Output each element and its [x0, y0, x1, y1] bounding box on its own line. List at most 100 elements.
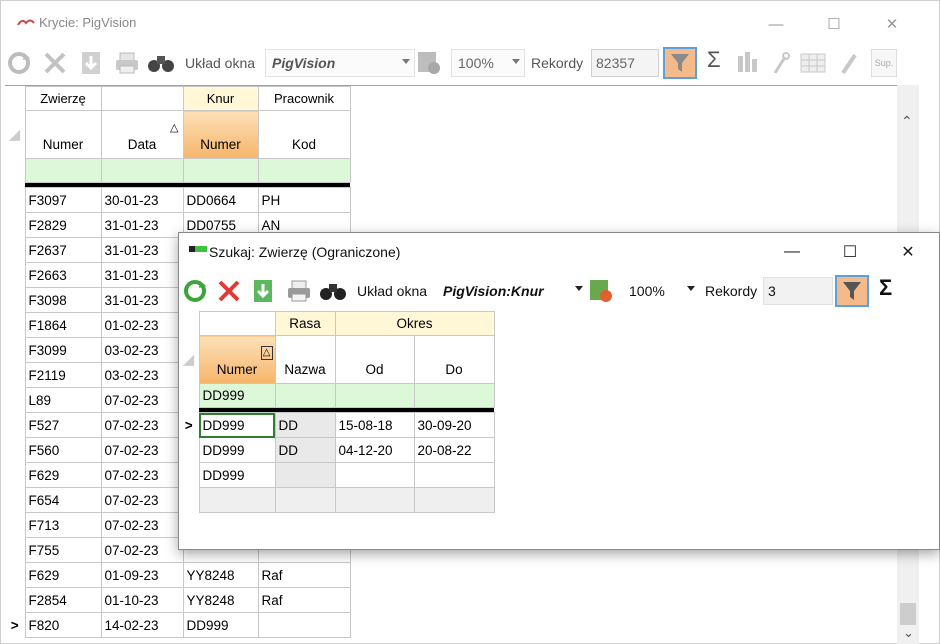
dialog-col-header-numer[interactable]: Numer △: [198, 335, 276, 384]
table-cell[interactable]: [334, 487, 415, 513]
table-cell[interactable]: F2829: [24, 212, 102, 238]
table-cell[interactable]: 07-02-23: [100, 437, 184, 463]
table-cell[interactable]: 04-12-20: [334, 437, 415, 463]
layout-combo[interactable]: PigVision: [265, 49, 415, 77]
download-icon[interactable]: [249, 277, 277, 305]
delete-icon[interactable]: [41, 49, 69, 77]
row-selector[interactable]: [5, 287, 26, 313]
row-selector[interactable]: >: [179, 412, 200, 438]
table-cell[interactable]: DD999: [198, 412, 276, 438]
row-selector[interactable]: [5, 587, 26, 613]
scroll-thumb[interactable]: [900, 603, 916, 625]
table-cell[interactable]: 01-10-23: [100, 587, 184, 613]
filter-cell-data[interactable]: [100, 158, 184, 183]
dialog-minimize-button[interactable]: —: [769, 237, 815, 267]
table-cell[interactable]: [198, 487, 276, 513]
table-cell[interactable]: L89: [24, 387, 102, 413]
table-cell[interactable]: 07-02-23: [100, 487, 184, 513]
table-row[interactable]: F629 01-09-23 YY8248 Raf: [5, 562, 897, 588]
dialog-filter-cell-numer[interactable]: DD999: [198, 383, 276, 408]
dialog-close-button[interactable]: ✕: [885, 237, 931, 267]
table-cell[interactable]: 07-02-23: [100, 462, 184, 488]
table-cell[interactable]: 31-01-23: [100, 287, 184, 313]
dialog-col-header-do[interactable]: Do: [413, 335, 495, 384]
table-cell[interactable]: [334, 462, 415, 488]
sup-button[interactable]: Sup.: [871, 49, 897, 77]
minimize-button[interactable]: —: [753, 9, 799, 39]
table-cell[interactable]: F2119: [24, 362, 102, 388]
row-selector[interactable]: [5, 462, 26, 488]
row-selector[interactable]: [179, 487, 200, 513]
table-cell[interactable]: 14-02-23: [100, 612, 184, 638]
table-cell[interactable]: F3099: [24, 337, 102, 363]
table-cell[interactable]: F629: [24, 462, 102, 488]
wrench-icon[interactable]: [767, 49, 795, 77]
layout-settings-icon[interactable]: [415, 49, 443, 77]
table-row[interactable]: DD999: [179, 462, 495, 488]
row-selector[interactable]: [5, 437, 26, 463]
refresh-icon[interactable]: [5, 49, 33, 77]
row-selector[interactable]: [5, 562, 26, 588]
dialog-filter-cell-do[interactable]: [413, 383, 495, 408]
dialog-col-header-od[interactable]: Od: [334, 335, 415, 384]
filter-cell-kod[interactable]: [257, 158, 351, 183]
table-cell[interactable]: 07-02-23: [100, 412, 184, 438]
table-cell[interactable]: F2663: [24, 262, 102, 288]
table-cell[interactable]: [413, 462, 495, 488]
col-header-knur-numer[interactable]: Numer: [182, 110, 259, 159]
row-selector[interactable]: [179, 437, 200, 463]
table-row[interactable]: > F820 14-02-23 DD999: [5, 612, 897, 638]
table-cell[interactable]: 31-01-23: [100, 262, 184, 288]
dialog-layout-combo[interactable]: PigVision:Knur: [437, 277, 587, 305]
table-row[interactable]: > DD999 DD 15-08-18 30-09-20: [179, 412, 495, 438]
scroll-down-icon[interactable]: ⌄: [903, 625, 914, 641]
row-selector[interactable]: >: [5, 612, 26, 638]
table-cell[interactable]: 03-02-23: [100, 337, 184, 363]
chart-icon[interactable]: [735, 49, 763, 77]
calendar-icon[interactable]: [799, 49, 827, 77]
dialog-filter-cell-nazwa[interactable]: [274, 383, 336, 408]
maximize-button[interactable]: ☐: [811, 9, 857, 39]
table-cell[interactable]: F3098: [24, 287, 102, 313]
table-cell[interactable]: F527: [24, 412, 102, 438]
table-cell[interactable]: F560: [24, 437, 102, 463]
row-selector[interactable]: [5, 187, 26, 213]
table-cell[interactable]: DD999: [182, 612, 259, 638]
row-selector[interactable]: [5, 412, 26, 438]
table-cell[interactable]: F1864: [24, 312, 102, 338]
table-cell[interactable]: F713: [24, 512, 102, 538]
table-cell[interactable]: YY8248: [182, 587, 259, 613]
row-selector[interactable]: [179, 462, 200, 488]
table-cell[interactable]: 03-02-23: [100, 362, 184, 388]
table-cell[interactable]: 31-01-23: [100, 237, 184, 263]
row-selector[interactable]: [5, 237, 26, 263]
table-cell[interactable]: [274, 462, 336, 488]
table-cell[interactable]: 30-01-23: [100, 187, 184, 213]
table-cell[interactable]: YY8248: [182, 562, 259, 588]
table-cell[interactable]: F629: [24, 562, 102, 588]
col-header-numer[interactable]: Numer: [24, 110, 102, 159]
row-selector[interactable]: [5, 487, 26, 513]
table-cell[interactable]: DD: [274, 412, 336, 438]
filter-button[interactable]: [663, 47, 697, 79]
table-cell[interactable]: DD0664: [182, 187, 259, 213]
table-cell[interactable]: F820: [24, 612, 102, 638]
layout-settings-icon[interactable]: [587, 277, 615, 305]
row-selector[interactable]: [5, 337, 26, 363]
row-selector[interactable]: [5, 362, 26, 388]
download-icon[interactable]: [77, 49, 105, 77]
table-cell[interactable]: PH: [257, 187, 351, 213]
table-cell[interactable]: Raf: [257, 562, 351, 588]
row-selector[interactable]: [5, 512, 26, 538]
table-cell[interactable]: DD999: [198, 462, 276, 488]
table-cell[interactable]: F2637: [24, 237, 102, 263]
sum-icon[interactable]: Σ: [707, 47, 721, 73]
table-cell[interactable]: DD999: [198, 437, 276, 463]
table-cell[interactable]: F3097: [24, 187, 102, 213]
row-selector[interactable]: [5, 312, 26, 338]
table-cell[interactable]: F755: [24, 537, 102, 563]
dialog-filter-button[interactable]: [835, 275, 869, 307]
filter-cell-knur[interactable]: [182, 158, 259, 183]
zoom-combo[interactable]: 100%: [451, 49, 525, 77]
print-icon[interactable]: [113, 49, 141, 77]
